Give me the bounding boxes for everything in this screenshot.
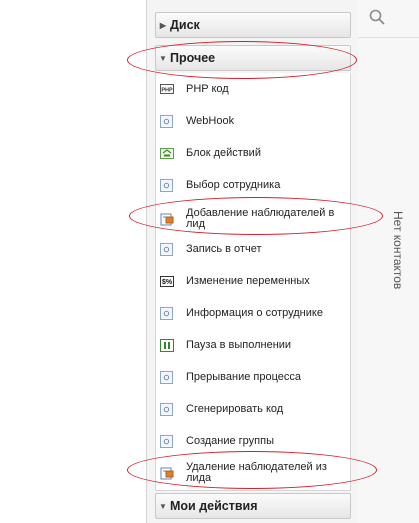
generic-activity-icon <box>160 114 173 128</box>
variables-icon: $% <box>160 275 174 287</box>
section-other-label: Прочее <box>170 51 216 65</box>
list-item[interactable]: Выбор сотрудника <box>156 170 350 200</box>
list-item[interactable]: Сгенерировать код <box>156 394 350 424</box>
list-item[interactable]: PHP PHP код <box>156 74 350 104</box>
list-item-label: Удаление наблюдателей из лида <box>186 461 327 484</box>
pause-icon <box>160 338 174 352</box>
section-disk-label: Диск <box>170 18 200 32</box>
section-disk[interactable]: ▶ Диск <box>155 12 351 38</box>
list-item-label: Изменение переменных <box>186 274 310 287</box>
chevron-down-icon: ▼ <box>159 53 167 63</box>
list-item[interactable]: $% Изменение переменных <box>156 266 350 296</box>
generic-activity-icon <box>160 242 173 256</box>
list-item[interactable]: Создание группы <box>156 426 350 456</box>
search-button[interactable] <box>358 0 419 38</box>
section-other[interactable]: ▼ Прочее <box>155 45 351 71</box>
list-item-label: WebHook <box>186 114 235 127</box>
list-item[interactable]: Пауза в выполнении <box>156 330 350 360</box>
generic-activity-icon <box>160 306 173 320</box>
search-icon <box>369 9 385 25</box>
activities-panel: ▶ Диск ▼ Прочее PHP PHP код WebHook Блок… <box>146 0 359 523</box>
block-icon <box>160 147 174 159</box>
list-item[interactable]: Запись в отчет <box>156 234 350 264</box>
svg-text:PHP: PHP <box>161 87 173 93</box>
watchers-icon <box>160 467 174 479</box>
svg-text:$%: $% <box>162 279 173 286</box>
list-item-label: Запись в отчет <box>186 242 262 255</box>
activities-list: PHP PHP код WebHook Блок действий Выбор … <box>155 73 351 491</box>
section-my-actions[interactable]: ▼ Мои действия <box>155 493 351 519</box>
section-my-actions-label: Мои действия <box>170 499 258 513</box>
generic-activity-icon <box>160 370 173 384</box>
chevron-right-icon: ▶ <box>159 20 167 30</box>
chevron-down-icon: ▼ <box>159 501 167 511</box>
generic-activity-icon <box>160 178 173 192</box>
list-item-label: Выбор сотрудника <box>186 178 281 191</box>
list-item[interactable]: Добавление наблюдателей в лид <box>156 202 350 236</box>
no-contacts-label: Нет контактов <box>391 210 405 290</box>
generic-activity-icon <box>160 402 173 416</box>
php-icon: PHP <box>160 83 174 94</box>
list-item[interactable]: Информация о сотруднике <box>156 298 350 328</box>
list-item-label: Пауза в выполнении <box>186 338 292 351</box>
list-item[interactable]: WebHook <box>156 106 350 136</box>
list-item-label: Сгенерировать код <box>186 402 284 415</box>
list-item-label: Добавление наблюдателей в лид <box>186 207 335 230</box>
list-item[interactable]: Блок действий <box>156 138 350 168</box>
list-item-label: Информация о сотруднике <box>186 306 323 319</box>
list-item[interactable]: Прерывание процесса <box>156 362 350 392</box>
list-item-label: Создание группы <box>186 434 274 447</box>
list-item[interactable]: Удаление наблюдателей из лида <box>156 456 350 490</box>
list-item-label: Блок действий <box>186 146 261 159</box>
generic-activity-icon <box>160 434 173 448</box>
left-gutter <box>0 0 146 523</box>
watchers-icon <box>160 213 174 225</box>
list-item-label: PHP код <box>186 82 229 95</box>
list-item-label: Прерывание процесса <box>186 370 302 383</box>
